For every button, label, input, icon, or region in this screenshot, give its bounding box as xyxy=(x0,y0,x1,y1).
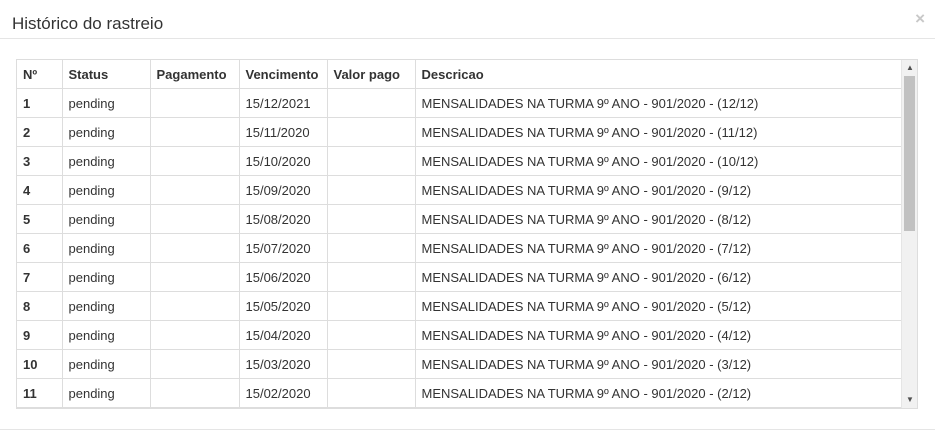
header-vencimento[interactable]: Vencimento xyxy=(239,60,328,89)
cell-status: pending xyxy=(62,378,151,408)
cell-status: pending xyxy=(62,291,151,321)
cell-vencimento: 15/07/2020 xyxy=(239,233,328,263)
cell-descricao: MENSALIDADES NA TURMA 9º ANO - 901/2020 … xyxy=(415,378,901,408)
cell-num: 1 xyxy=(17,88,63,118)
cell-vencimento: 15/09/2020 xyxy=(239,175,328,205)
cell-status: pending xyxy=(62,88,151,118)
cell-pagamento xyxy=(150,378,240,408)
table-header-row: Nº Status Pagamento Vencimento Valor pag… xyxy=(17,60,901,89)
cell-num: 2 xyxy=(17,117,63,147)
cell-num: 4 xyxy=(17,175,63,205)
header-status[interactable]: Status xyxy=(62,60,151,89)
cell-vencimento: 15/05/2020 xyxy=(239,291,328,321)
close-button[interactable]: × xyxy=(915,10,925,28)
cell-descricao: MENSALIDADES NA TURMA 9º ANO - 901/2020 … xyxy=(415,88,901,118)
cell-pagamento xyxy=(150,262,240,292)
cell-descricao: MENSALIDADES NA TURMA 9º ANO - 901/2020 … xyxy=(415,175,901,205)
history-table: Nº Status Pagamento Vencimento Valor pag… xyxy=(17,60,901,408)
cell-pagamento xyxy=(150,117,240,147)
table-row[interactable]: 5 pending 15/08/2020 MENSALIDADES NA TURMA … xyxy=(17,204,901,234)
table-scroll-area[interactable]: Nº Status Pagamento Vencimento Valor pag… xyxy=(17,60,901,408)
header-pagamento[interactable]: Pagamento xyxy=(150,60,240,89)
cell-status: pending xyxy=(62,117,151,147)
table-row[interactable]: 4 pending 15/09/2020 MENSALIDADES NA TURMA … xyxy=(17,175,901,205)
cell-pagamento xyxy=(150,291,240,321)
cell-vencimento: 15/03/2020 xyxy=(239,349,328,379)
header-descricao[interactable]: Descricao xyxy=(415,60,901,89)
cell-num: 9 xyxy=(17,320,63,350)
cell-pagamento xyxy=(150,349,240,379)
modal-header: Histórico do rastreio × xyxy=(0,0,935,39)
header-num[interactable]: Nº xyxy=(17,60,63,89)
cell-descricao: MENSALIDADES NA TURMA 9º ANO - 901/2020 … xyxy=(415,204,901,234)
cell-num: 5 xyxy=(17,204,63,234)
table-row[interactable]: 2 pending 15/11/2020 MENSALIDADES NA TURMA … xyxy=(17,117,901,147)
modal-title: Histórico do rastreio xyxy=(12,14,164,33)
cell-vencimento: 15/11/2020 xyxy=(239,117,328,147)
header-valor-pago[interactable]: Valor pago xyxy=(327,60,416,89)
cell-vencimento: 15/02/2020 xyxy=(239,378,328,408)
cell-pagamento xyxy=(150,175,240,205)
cell-descricao: MENSALIDADES NA TURMA 9º ANO - 901/2020 … xyxy=(415,233,901,263)
cell-vencimento: 15/08/2020 xyxy=(239,204,328,234)
table-row[interactable]: 9 pending 15/04/2020 MENSALIDADES NA TURMA … xyxy=(17,320,901,350)
cell-descricao: MENSALIDADES NA TURMA 9º ANO - 901/2020 … xyxy=(415,146,901,176)
history-table-container: Nº Status Pagamento Vencimento Valor pag… xyxy=(16,59,918,409)
cell-valor-pago xyxy=(327,262,416,292)
scrollbar-thumb[interactable] xyxy=(904,76,915,231)
cell-pagamento xyxy=(150,204,240,234)
cell-valor-pago xyxy=(327,349,416,379)
cell-status: pending xyxy=(62,262,151,292)
cell-descricao: MENSALIDADES NA TURMA 9º ANO - 901/2020 … xyxy=(415,117,901,147)
modal-footer-divider xyxy=(0,429,935,430)
cell-valor-pago xyxy=(327,320,416,350)
cell-status: pending xyxy=(62,175,151,205)
table-row[interactable]: 6 pending 15/07/2020 MENSALIDADES NA TURMA … xyxy=(17,233,901,263)
triangle-up-icon[interactable]: ▲ xyxy=(902,60,917,76)
table-row[interactable]: 3 pending 15/10/2020 MENSALIDADES NA TURMA … xyxy=(17,146,901,176)
cell-pagamento xyxy=(150,320,240,350)
cell-valor-pago xyxy=(327,88,416,118)
cell-vencimento: 15/10/2020 xyxy=(239,146,328,176)
cell-vencimento: 15/04/2020 xyxy=(239,320,328,350)
cell-descricao: MENSALIDADES NA TURMA 9º ANO - 901/2020 … xyxy=(415,262,901,292)
table-row[interactable]: 11 pending 15/02/2020 MENSALIDADES NA TURMA… xyxy=(17,378,901,408)
cell-status: pending xyxy=(62,233,151,263)
cell-valor-pago xyxy=(327,204,416,234)
cell-num: 8 xyxy=(17,291,63,321)
cell-valor-pago xyxy=(327,175,416,205)
cell-valor-pago xyxy=(327,146,416,176)
cell-descricao: MENSALIDADES NA TURMA 9º ANO - 901/2020 … xyxy=(415,320,901,350)
cell-descricao: MENSALIDADES NA TURMA 9º ANO - 901/2020 … xyxy=(415,349,901,379)
cell-status: pending xyxy=(62,349,151,379)
cell-valor-pago xyxy=(327,378,416,408)
cell-status: pending xyxy=(62,320,151,350)
cell-valor-pago xyxy=(327,117,416,147)
table-row[interactable]: 1 pending 15/12/2021 MENSALIDADES NA TURMA … xyxy=(17,88,901,118)
cell-vencimento: 15/12/2021 xyxy=(239,88,328,118)
triangle-down-icon[interactable]: ▼ xyxy=(902,392,917,408)
cell-pagamento xyxy=(150,146,240,176)
cell-num: 10 xyxy=(17,349,63,379)
cell-pagamento xyxy=(150,233,240,263)
table-row[interactable]: 8 pending 15/05/2020 MENSALIDADES NA TURMA … xyxy=(17,291,901,321)
table-body: 1 pending 15/12/2021 MENSALIDADES NA TURMA … xyxy=(17,88,901,408)
table-row[interactable]: 7 pending 15/06/2020 MENSALIDADES NA TURMA … xyxy=(17,262,901,292)
table-row[interactable]: 10 pending 15/03/2020 MENSALIDADES NA TURMA… xyxy=(17,349,901,379)
cell-num: 11 xyxy=(17,378,63,408)
cell-valor-pago xyxy=(327,291,416,321)
cell-num: 6 xyxy=(17,233,63,263)
vertical-scrollbar[interactable]: ▲ ▼ xyxy=(901,60,917,408)
cell-num: 3 xyxy=(17,146,63,176)
cell-status: pending xyxy=(62,204,151,234)
cell-num: 7 xyxy=(17,262,63,292)
cell-vencimento: 15/06/2020 xyxy=(239,262,328,292)
cell-status: pending xyxy=(62,146,151,176)
cell-pagamento xyxy=(150,88,240,118)
cell-valor-pago xyxy=(327,233,416,263)
cell-descricao: MENSALIDADES NA TURMA 9º ANO - 901/2020 … xyxy=(415,291,901,321)
